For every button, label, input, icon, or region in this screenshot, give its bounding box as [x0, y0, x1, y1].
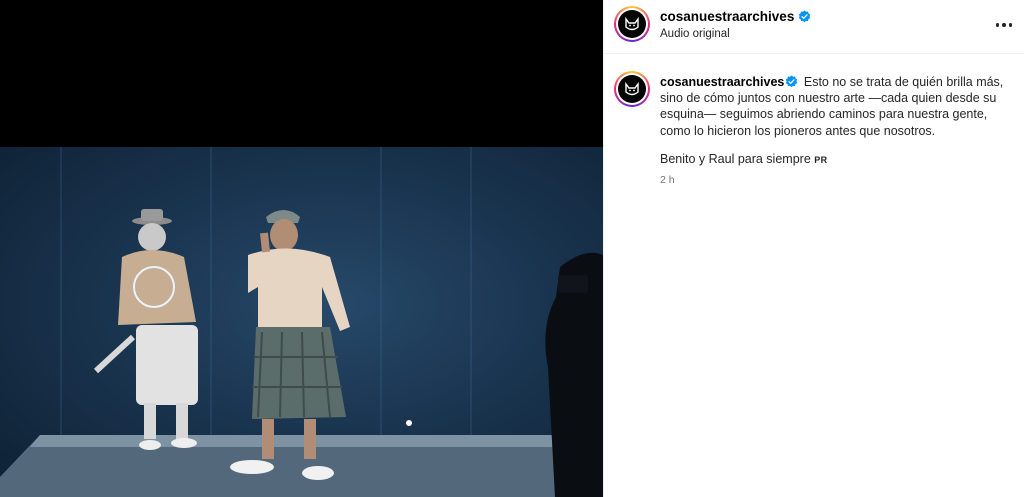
more-options-icon-dot: [1002, 23, 1006, 27]
caption-signoff: Benito y Raul para siempre: [660, 152, 811, 166]
cat-logo-icon: [625, 81, 639, 96]
caption-line-2: Benito y Raul para siempre PR: [660, 152, 827, 166]
author-username[interactable]: cosanuestraarchives: [660, 9, 794, 24]
more-options-button[interactable]: [991, 14, 1017, 36]
author-avatar[interactable]: [614, 6, 650, 42]
audio-label[interactable]: Audio original: [660, 28, 730, 40]
caption-text: cosanuestraarchives Esto no se trata de …: [660, 74, 1020, 139]
caption-username[interactable]: cosanuestraarchives: [660, 75, 784, 89]
video-frame[interactable]: [0, 147, 603, 497]
post-header: cosanuestraarchives Audio original: [604, 0, 1024, 54]
more-options-icon: [995, 23, 1000, 27]
post-timestamp[interactable]: 2 h: [660, 174, 675, 186]
pr-tag: PR: [814, 155, 828, 165]
verified-badge-icon: [799, 10, 811, 23]
stage-scene-illustration: [0, 147, 603, 497]
caption-author-avatar[interactable]: [614, 71, 650, 107]
cat-logo-icon: [625, 16, 639, 31]
post-details-panel: cosanuestraarchives Audio original cosan…: [603, 0, 1024, 497]
post-media[interactable]: [0, 0, 603, 497]
verified-badge-icon: [786, 75, 798, 88]
more-options-icon-dot: [1008, 23, 1013, 27]
